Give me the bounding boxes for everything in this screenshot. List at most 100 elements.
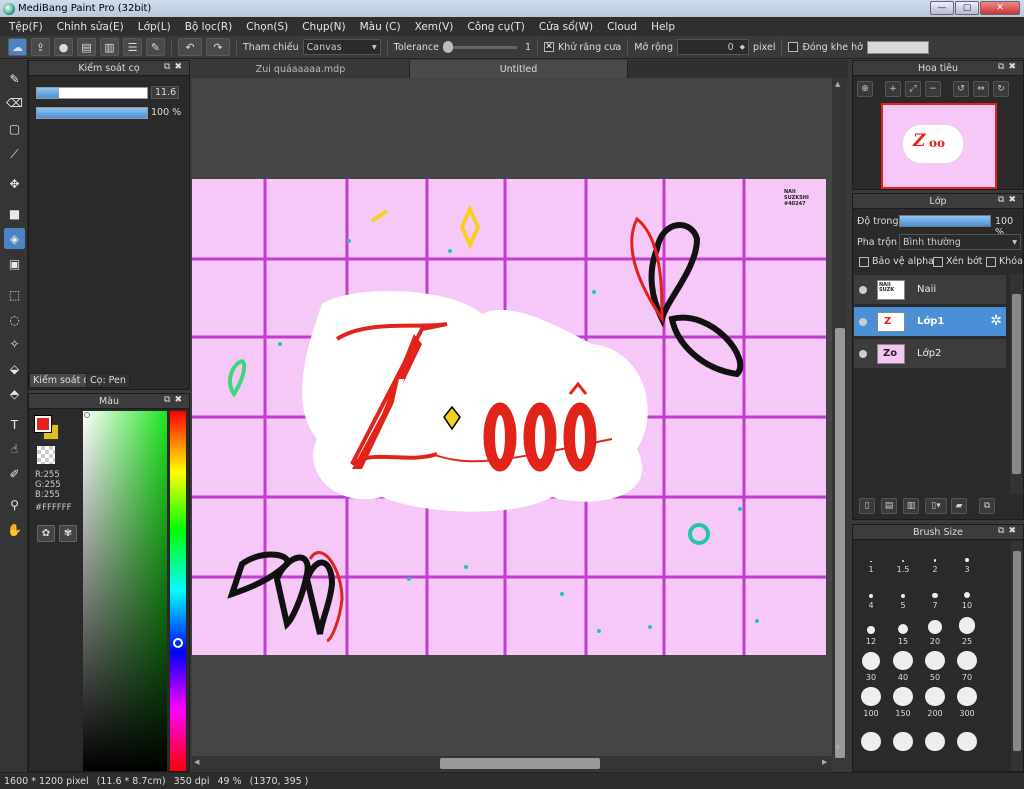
navigator-preview[interactable]: Z oo (881, 103, 997, 189)
brush-tool-icon[interactable]: ✎ (4, 68, 25, 89)
brush-size-bar[interactable] (36, 87, 148, 99)
dot-tool-icon[interactable]: ▢ (4, 118, 25, 139)
move-tool-icon[interactable]: ✥ (4, 173, 25, 194)
flip-icon[interactable]: ⇔ (973, 81, 989, 97)
hue-slider[interactable] (170, 411, 186, 771)
chat-icon[interactable]: ● (54, 38, 73, 56)
panel-pin-close-icons[interactable]: ⧉✖ (998, 62, 1020, 72)
close-button[interactable]: ✕ (980, 1, 1020, 15)
gear-icon[interactable]: ✲ (990, 313, 1002, 329)
cloud-icon[interactable]: ☁ (8, 38, 27, 56)
brush-size-cell[interactable]: 100 (855, 687, 887, 719)
maximize-button[interactable]: ▢ (955, 1, 979, 15)
saturation-value-picker[interactable] (83, 411, 167, 771)
close-gap-swatch[interactable] (866, 40, 929, 54)
expand-input[interactable]: 0 ◆ (677, 39, 749, 55)
brush-size-cell[interactable]: 4 (855, 579, 887, 611)
list-icon[interactable]: ☰ (123, 38, 142, 56)
eye-icon[interactable] (859, 285, 867, 294)
brush-size-cell[interactable]: 50 (919, 651, 951, 683)
layer-row-lop1[interactable]: Z Lớp1 ✲ (854, 307, 1006, 337)
brush-size-cell[interactable]: 2 (919, 543, 951, 575)
drawing-canvas[interactable]: NAII SUZKSHI #40247 (192, 179, 826, 655)
protect-alpha-checkbox[interactable] (859, 256, 869, 267)
brush-size-cell[interactable]: 5 (887, 579, 919, 611)
document-icon[interactable]: ▥ (100, 38, 119, 56)
eyedropper-tool-icon[interactable]: ⚲ (4, 494, 25, 515)
brush-size-cell[interactable]: 12 (855, 615, 887, 647)
menu-window[interactable]: Cửa sổ(W) (532, 21, 600, 33)
minimize-button[interactable]: — (930, 1, 954, 15)
brush-size-cell[interactable] (951, 723, 983, 755)
panel-pin-close-icons[interactable]: ⧉✖ (164, 62, 186, 72)
select-eraser-tool-icon[interactable]: ⬘ (4, 383, 25, 404)
undo-icon[interactable]: ↶ (178, 38, 202, 56)
redo-icon[interactable]: ↷ (206, 38, 230, 56)
brush-size-value[interactable]: 11.6 (151, 86, 179, 99)
panel-pin-close-icons[interactable]: ⧉✖ (998, 195, 1020, 205)
eye-icon[interactable] (859, 349, 867, 358)
hand-tool-icon[interactable]: ✋ (4, 519, 25, 540)
menu-file[interactable]: Tệp(F) (2, 21, 50, 33)
new-layer-icon[interactable]: ▯ (859, 498, 875, 514)
brush-size-cell[interactable]: 30 (855, 651, 887, 683)
sv-picker-cursor[interactable] (84, 412, 90, 418)
new-8bit-layer-icon[interactable]: ▥ (903, 498, 919, 514)
hue-slider-knob[interactable] (173, 638, 183, 648)
edit-page-icon[interactable]: ✎ (146, 38, 165, 56)
bucket-tool-icon[interactable]: ◈ (4, 228, 25, 249)
transparent-color-swatch[interactable] (37, 446, 55, 464)
fit-window-icon[interactable]: ⤢ (905, 81, 921, 97)
brush-size-cell[interactable]: 20 (919, 615, 951, 647)
brush-opacity-bar[interactable] (36, 107, 148, 119)
zoom-fit-icon[interactable]: ⊕ (857, 81, 873, 97)
scroll-left-icon[interactable]: ◀ (194, 758, 199, 766)
brush-size-cell[interactable]: 10 (951, 579, 983, 611)
folder-icon[interactable]: ▰ (951, 498, 967, 514)
brush-size-cell[interactable]: 200 (919, 687, 951, 719)
brush-size-cell[interactable]: 150 (887, 687, 919, 719)
rotate-left-icon[interactable]: ↺ (953, 81, 969, 97)
brush-size-cell[interactable]: 15 (887, 615, 919, 647)
tab-untitled[interactable]: Untitled (410, 60, 628, 78)
menu-cloud[interactable]: Cloud (600, 21, 644, 33)
duplicate-layer-icon[interactable]: ⧉ (979, 498, 995, 514)
brush-size-cell[interactable]: 1 (855, 543, 887, 575)
eraser-tool-icon[interactable]: ⌫ (4, 92, 25, 113)
brush-size-cell[interactable] (855, 723, 887, 755)
menu-help[interactable]: Help (644, 21, 682, 33)
magic-wand-tool-icon[interactable]: ✧ (4, 333, 25, 354)
brush-size-cell[interactable]: 1.5 (887, 543, 919, 575)
menu-edit[interactable]: Chỉnh sửa(E) (50, 21, 131, 33)
menu-select[interactable]: Chọn(S) (239, 21, 295, 33)
zoom-out-icon[interactable]: − (925, 81, 941, 97)
scroll-down-icon[interactable]: ▼ (835, 744, 840, 752)
gradient-tool-icon[interactable]: ▣ (4, 253, 25, 274)
clipping-checkbox[interactable] (933, 256, 943, 267)
lock-checkbox[interactable] (986, 256, 996, 267)
scroll-right-icon[interactable]: ▶ (822, 758, 827, 766)
menu-view[interactable]: Xem(V) (408, 21, 461, 33)
brush-size-cell[interactable]: 25 (951, 615, 983, 647)
antialias-checkbox[interactable]: ✕ (544, 42, 555, 52)
operation-tool-icon[interactable]: ☝ (4, 438, 25, 459)
panel-pin-close-icons[interactable]: ⧉✖ (164, 395, 186, 405)
lasso-tool-icon[interactable]: ◌ (4, 309, 25, 330)
layer-opacity-bar[interactable] (899, 215, 991, 227)
fill-rect-tool-icon[interactable]: ■ (4, 203, 25, 224)
brush-size-scrollbar[interactable] (1011, 541, 1023, 771)
brush-size-cell[interactable]: 7 (919, 579, 951, 611)
eye-icon[interactable] (859, 317, 867, 326)
tolerance-slider[interactable] (442, 39, 517, 55)
layer-row-lop2[interactable]: Zo Lớp2 (854, 339, 1006, 369)
lock-option[interactable]: Khóa (986, 256, 1023, 267)
menu-color[interactable]: Màu (C) (353, 21, 408, 33)
tab-zui-quaaaaaa[interactable]: Zui quáaaaaa.mdp (192, 60, 410, 78)
brush-size-cell[interactable]: 300 (951, 687, 983, 719)
scroll-up-icon[interactable]: ▲ (835, 80, 840, 88)
layer-list-scrollbar[interactable] (1010, 274, 1023, 494)
clipping-option[interactable]: Xén bớt (933, 256, 983, 267)
zoom-in-icon[interactable]: + (885, 81, 901, 97)
vertical-scrollbar[interactable]: ▲ ▼ (832, 78, 847, 758)
tab-brush-pen[interactable]: Cọ: Pen (86, 373, 130, 388)
